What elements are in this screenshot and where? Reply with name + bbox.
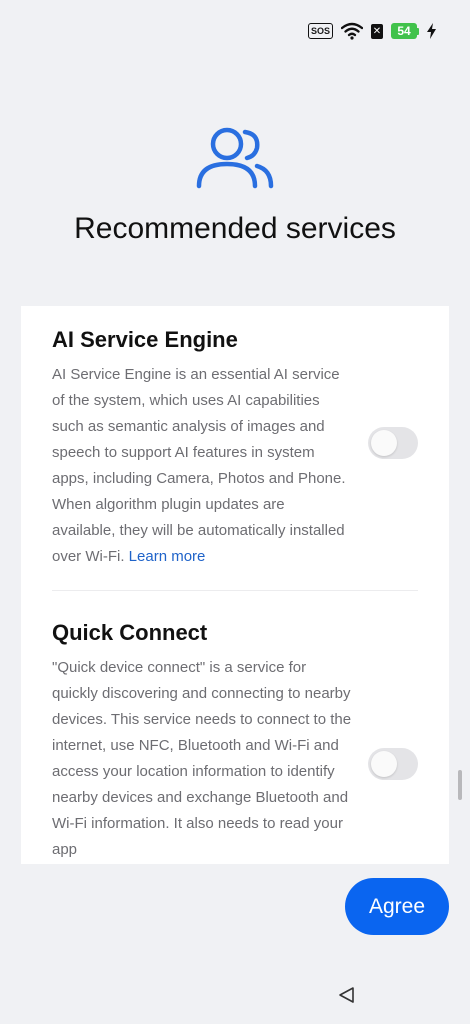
- service-description-text: AI Service Engine is an essential AI ser…: [52, 366, 346, 565]
- toggle-knob: [371, 430, 397, 456]
- battery-level: 54: [391, 23, 417, 39]
- ai-engine-toggle[interactable]: [368, 427, 418, 459]
- learn-more-link[interactable]: Learn more: [129, 548, 206, 565]
- service-ai-engine: AI Service Engine AI Service Engine is a…: [52, 327, 352, 570]
- service-quick-connect: Quick Connect "Quick device connect" is …: [52, 620, 352, 863]
- divider: [52, 590, 418, 591]
- services-list[interactable]: AI Service Engine AI Service Engine is a…: [21, 306, 449, 864]
- no-sim-icon: ✕: [371, 23, 383, 39]
- agree-button[interactable]: Agree: [345, 878, 449, 935]
- page-title: Recommended services: [74, 212, 396, 245]
- battery-icon: 54: [391, 23, 419, 39]
- toggle-knob: [371, 751, 397, 777]
- service-title: AI Service Engine: [52, 327, 238, 352]
- sos-indicator: SOS: [307, 23, 333, 39]
- charging-icon: [427, 23, 436, 39]
- status-bar: SOS ✕ 54: [307, 20, 436, 42]
- wifi-icon: [341, 22, 363, 40]
- users-icon: [196, 127, 274, 189]
- quick-connect-toggle[interactable]: [368, 748, 418, 780]
- service-title: Quick Connect: [52, 620, 208, 645]
- service-description: "Quick device connect" is a service for …: [52, 659, 352, 858]
- scrollbar[interactable]: [458, 770, 462, 800]
- service-description: AI Service Engine is an essential AI ser…: [52, 362, 352, 570]
- back-triangle-icon[interactable]: [337, 985, 357, 1005]
- battery-tip: [417, 27, 419, 35]
